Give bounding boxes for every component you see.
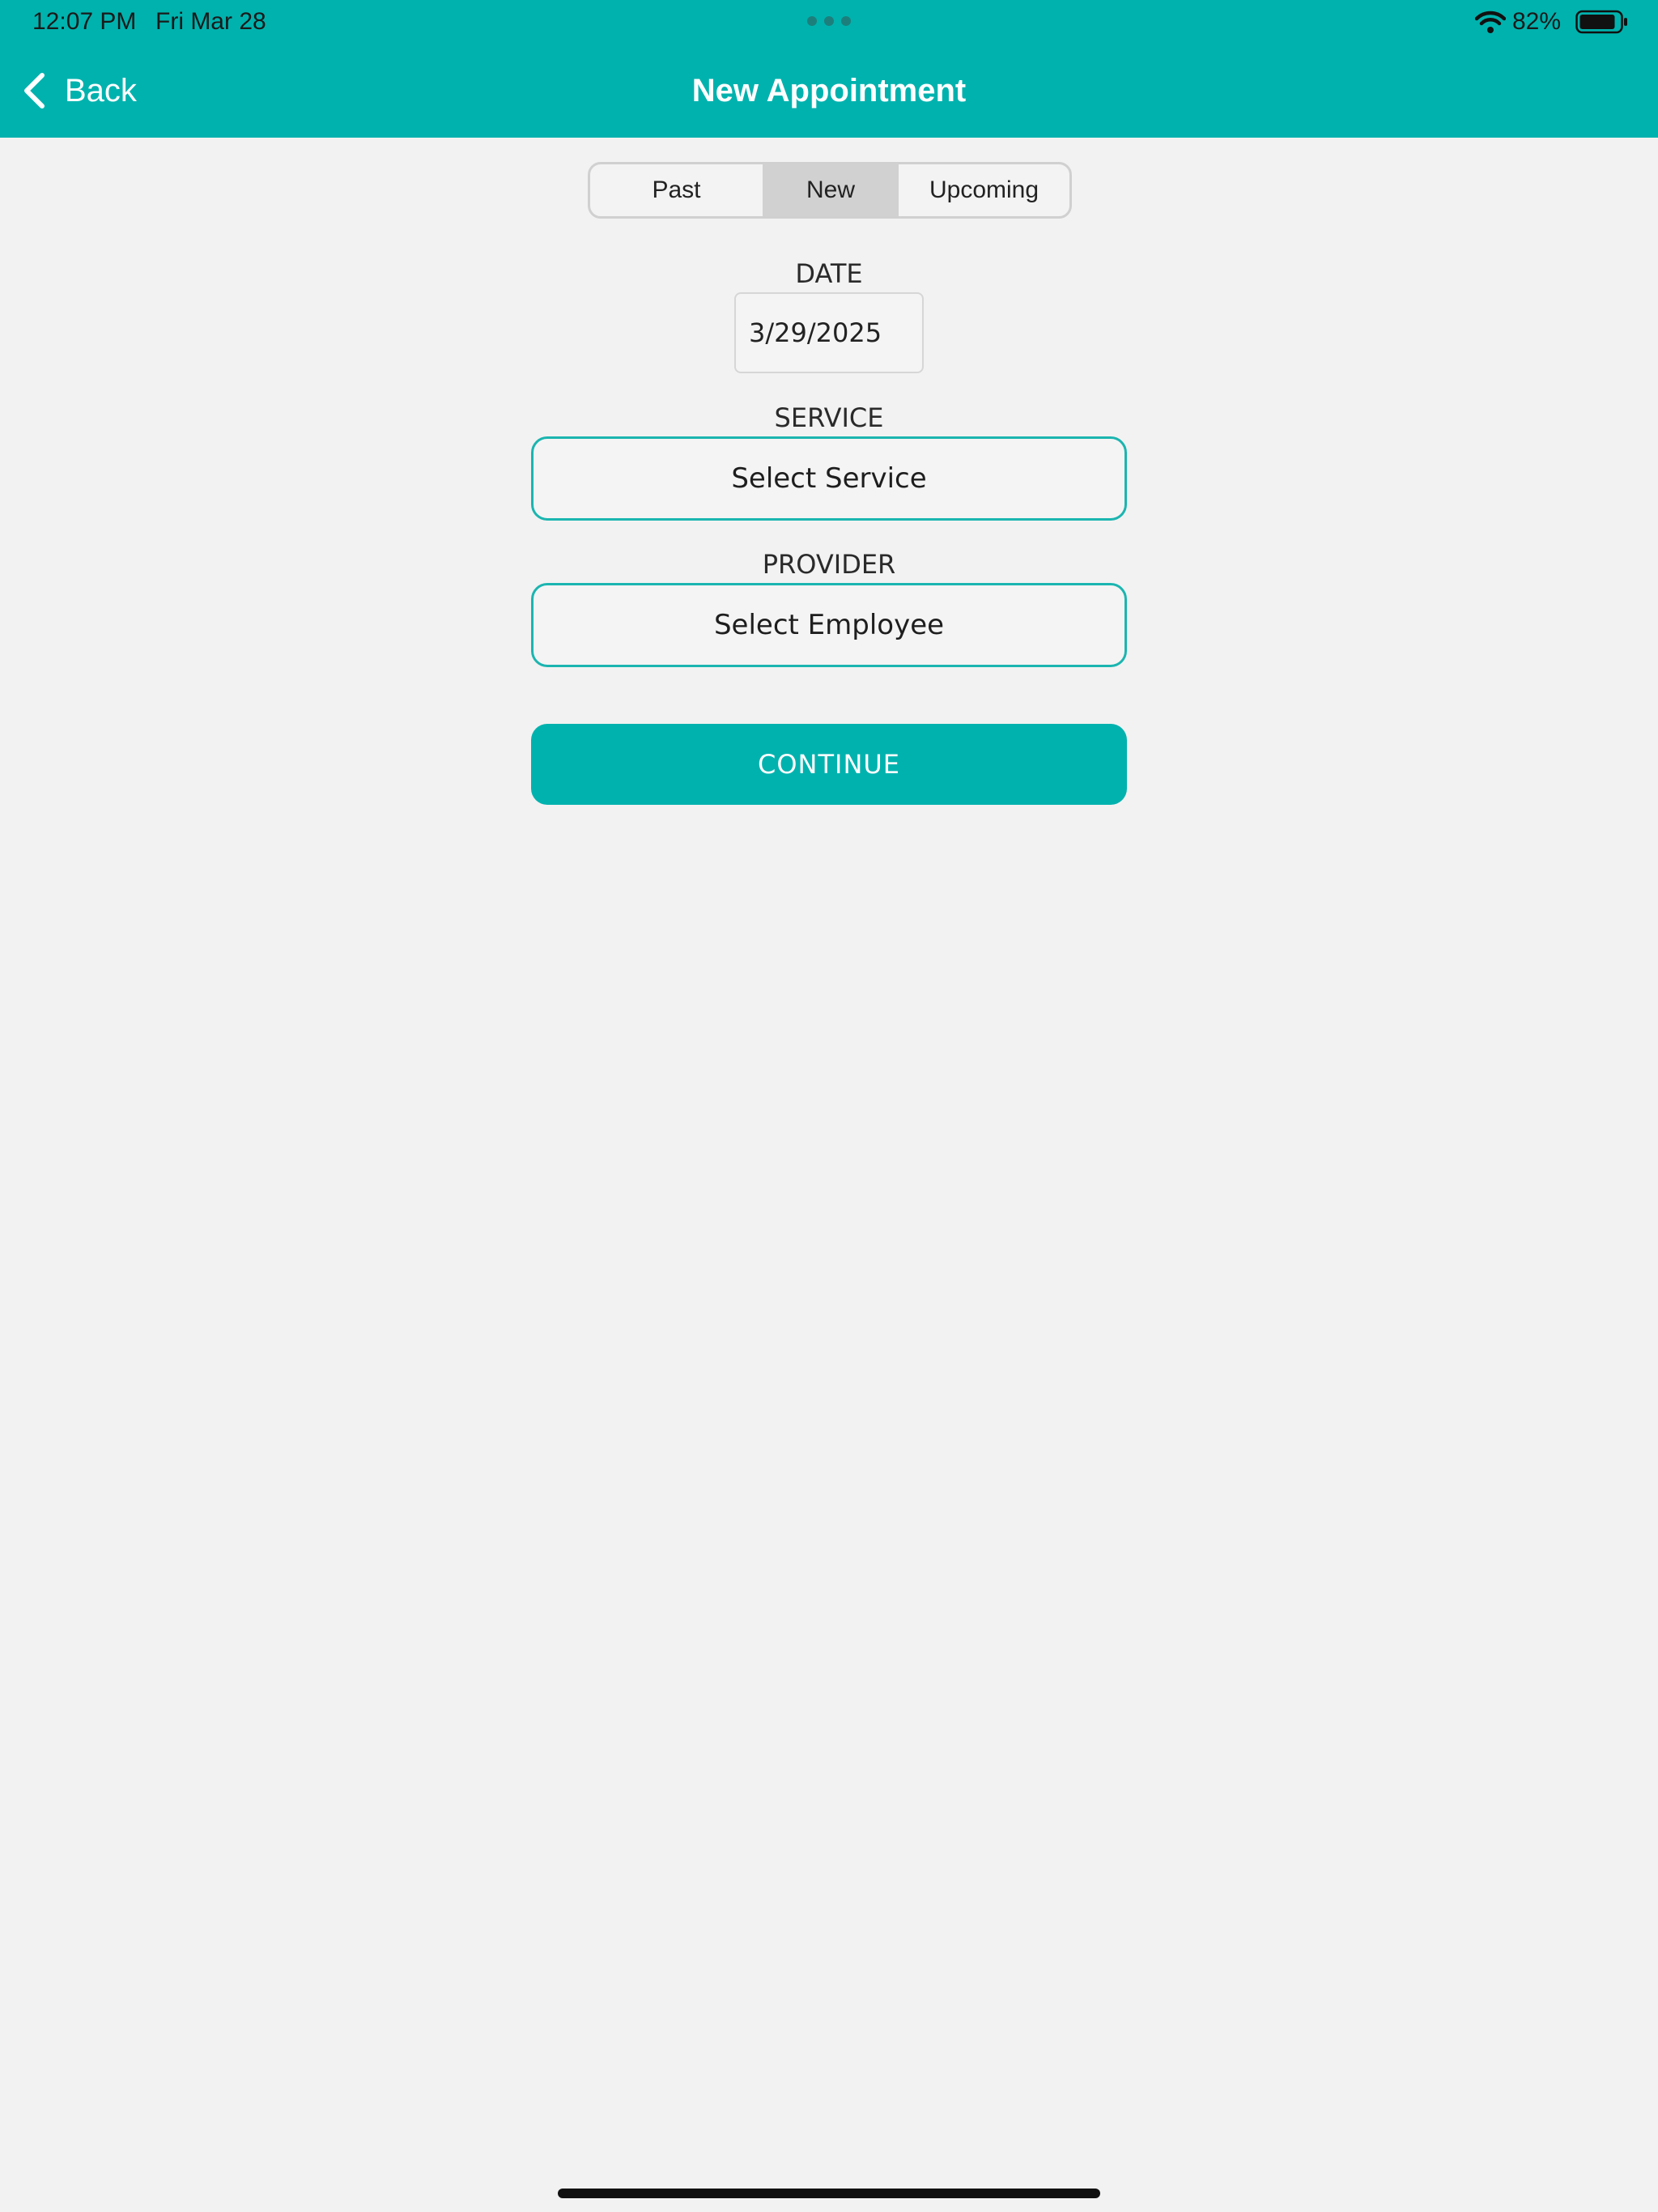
back-label: Back — [65, 72, 137, 108]
multitasking-dots-icon[interactable] — [806, 15, 852, 27]
chevron-left-icon — [24, 73, 45, 108]
service-select[interactable]: Select Service — [531, 436, 1127, 521]
battery-icon — [1575, 10, 1627, 34]
service-label: SERVICE — [774, 402, 884, 433]
home-indicator[interactable] — [558, 2189, 1100, 2198]
back-button[interactable]: Back — [21, 66, 137, 115]
page-title: New Appointment — [691, 73, 967, 108]
date-label: DATE — [795, 258, 863, 289]
battery-percentage: 82% — [1512, 8, 1562, 35]
date-picker[interactable]: 3/29/2025 — [734, 292, 924, 373]
segment-new[interactable]: New — [763, 164, 899, 216]
continue-button[interactable]: CONTINUE — [531, 724, 1127, 805]
wifi-icon — [1475, 11, 1506, 33]
provider-select[interactable]: Select Employee — [531, 583, 1127, 667]
provider-label: PROVIDER — [762, 549, 896, 580]
status-date: Fri Mar 28 — [155, 8, 266, 35]
status-time: 12:07 PM — [32, 8, 137, 35]
segment-past[interactable]: Past — [590, 164, 763, 216]
appointment-segmented-control: Past New Upcoming — [588, 162, 1072, 219]
segment-upcoming[interactable]: Upcoming — [899, 164, 1069, 216]
